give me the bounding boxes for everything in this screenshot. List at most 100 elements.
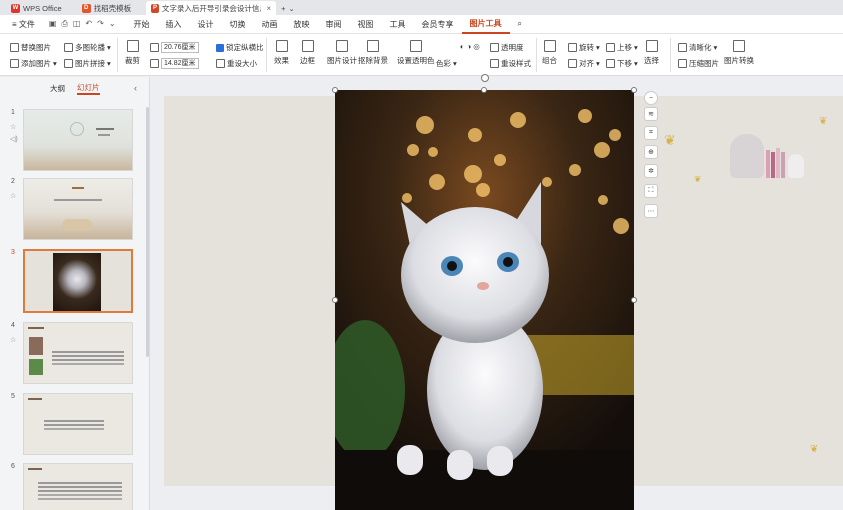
tab-outline[interactable]: 大纲 [50,83,65,94]
file-menu[interactable]: ≡ 文件 [4,19,43,30]
chevron-down-icon: ▾ [53,59,57,68]
height-input[interactable]: 14.82厘米 [161,58,199,69]
compress-button[interactable]: 压缩图片 [678,58,719,69]
panel-tabs: 大纲 幻灯片 ‹ [0,77,149,99]
slide-thumbnail[interactable] [23,109,133,171]
image-collage-button[interactable]: 图片拼接 ▾ [64,58,111,69]
chevron-down-icon[interactable]: ⌄ [109,19,116,29]
slide-thumbnail[interactable] [23,463,133,510]
chevron-down-icon: ▾ [634,43,638,52]
align-button[interactable]: 对齐 ▾ [568,58,600,69]
color-label: 色彩 [436,59,451,68]
lock-ratio-checkbox[interactable]: 锁定纵横比 [216,42,264,53]
remove-bg-icon [367,40,379,52]
add-image-button[interactable]: 添加图片 ▾ [10,58,57,69]
cat-photo[interactable] [335,90,634,510]
menu-review[interactable]: 审阅 [318,19,350,30]
height-field[interactable]: 14.82厘米 [150,58,199,69]
chevron-down-icon: ▾ [596,43,600,52]
image-convert-icon [733,40,745,52]
collage-icon [64,59,73,68]
select-button[interactable]: 选择 [644,40,659,66]
replace-image-button[interactable]: 替换图片 [10,42,51,53]
menu-slideshow[interactable]: 放映 [286,19,318,30]
transparency-icon [490,43,499,52]
width-input[interactable]: 20.76厘米 [161,42,199,53]
menu-design[interactable]: 设计 [190,19,222,30]
resize-handle[interactable] [631,87,637,93]
zoom-in-icon[interactable]: ⊕ [644,145,658,159]
more-icon[interactable]: ⋯ [644,204,658,218]
bunny-illustration [788,154,804,178]
undo-icon[interactable]: ↶ [85,19,92,29]
clarify-label: 清晰化 [689,43,712,52]
image-design-button[interactable]: 图片设计 [327,40,357,66]
move-down-button[interactable]: 下移 ▾ [606,58,638,69]
preview-icon[interactable]: ◫ [73,19,81,29]
menu-view[interactable]: 视图 [350,19,382,30]
tab-wps-office[interactable]: W WPS Office [6,1,67,15]
search-icon[interactable]: ⌕ [510,19,530,29]
color-button[interactable]: 色彩 ▾ [436,58,457,69]
reset-style-icon [490,59,499,68]
tab-document[interactable]: P 文字录入后开导引录会设计信息ppt × [146,1,277,15]
slide-thumbnail[interactable] [23,178,133,240]
print-icon[interactable]: ⎙ [61,19,67,29]
menu-insert[interactable]: 插入 [158,19,190,30]
crop-icon[interactable]: ⌗ [644,126,658,140]
slide-thumbnail[interactable] [23,249,133,313]
width-field[interactable]: 20.76厘米 [150,42,199,53]
audio-icon: ◁) [10,136,18,143]
tools-icon[interactable]: ✲ [644,164,658,178]
set-transparent-button[interactable]: 设置透明色 [397,40,435,66]
resize-handle[interactable] [631,297,637,303]
slide-thumbnail[interactable] [23,322,133,384]
redo-icon[interactable]: ↷ [97,19,104,29]
rotate-handle[interactable] [481,74,489,82]
combine-button[interactable]: 组合 [542,40,557,66]
rotate-button[interactable]: 旋转 ▾ [568,42,600,53]
crop-button[interactable]: 裁剪 [125,40,140,66]
book-decoration [781,152,785,178]
move-up-button[interactable]: 上移 ▾ [606,42,638,53]
slide-panel: 大纲 幻灯片 ‹ 1 ☆ ◁) 2 ☆ 3 4 ☆ 5 6 [0,77,150,510]
effects-button[interactable]: 效果 [274,40,289,66]
tab-docer[interactable]: D 找稻壳模板 [77,1,137,15]
menu-transition[interactable]: 切换 [222,19,254,30]
new-tab-button[interactable]: + ⌄ [276,1,300,15]
file-menu-label: 文件 [18,19,35,29]
tab-slides[interactable]: 幻灯片 [77,82,100,95]
menu-member[interactable]: 会员专享 [414,19,462,30]
save-icon[interactable]: ▣ [49,19,57,29]
quick-access-toolbar: ▣ ⎙ ◫ ↶ ↷ ⌄ [49,19,116,29]
resize-handle[interactable] [332,87,338,93]
menu-picture-tools[interactable]: 图片工具 [461,15,510,34]
resize-handle[interactable] [481,87,487,93]
reset-size-button[interactable]: 重设大小 [216,58,257,69]
select-label: 选择 [644,56,659,65]
collapse-panel-icon[interactable]: ‹ [134,83,137,93]
panel-scrollbar[interactable] [146,107,149,357]
image-convert-button[interactable]: 图片转换 [724,40,754,66]
collapse-icon[interactable]: − [644,91,658,105]
slide-thumbnail[interactable] [23,393,133,455]
effects-label: 效果 [274,56,289,65]
slide-number: 3 [11,249,15,256]
border-button[interactable]: 边框 [300,40,315,66]
transparency-button[interactable]: 透明度 [490,42,524,53]
rotate-label: 旋转 [579,43,594,52]
star-icon: ☆ [10,337,17,344]
layers-icon[interactable]: ≋ [644,107,658,121]
multi-image-button[interactable]: 多图轮播 ▾ [64,42,111,53]
menu-start[interactable]: 开始 [126,19,158,30]
reset-style-button[interactable]: 重设样式 [490,58,531,69]
menu-animation[interactable]: 动画 [254,19,286,30]
remove-bg-button[interactable]: 抠除背景 [358,40,388,66]
resize-handle[interactable] [332,297,338,303]
close-icon[interactable]: × [266,4,271,13]
select-icon [645,40,658,52]
clarify-button[interactable]: 清晰化 ▾ [678,42,717,53]
brightness-icon[interactable]: ◐ ◑ ◎ [460,42,480,51]
menu-tools[interactable]: 工具 [382,19,414,30]
fit-screen-icon[interactable]: ⛶ [644,184,658,198]
